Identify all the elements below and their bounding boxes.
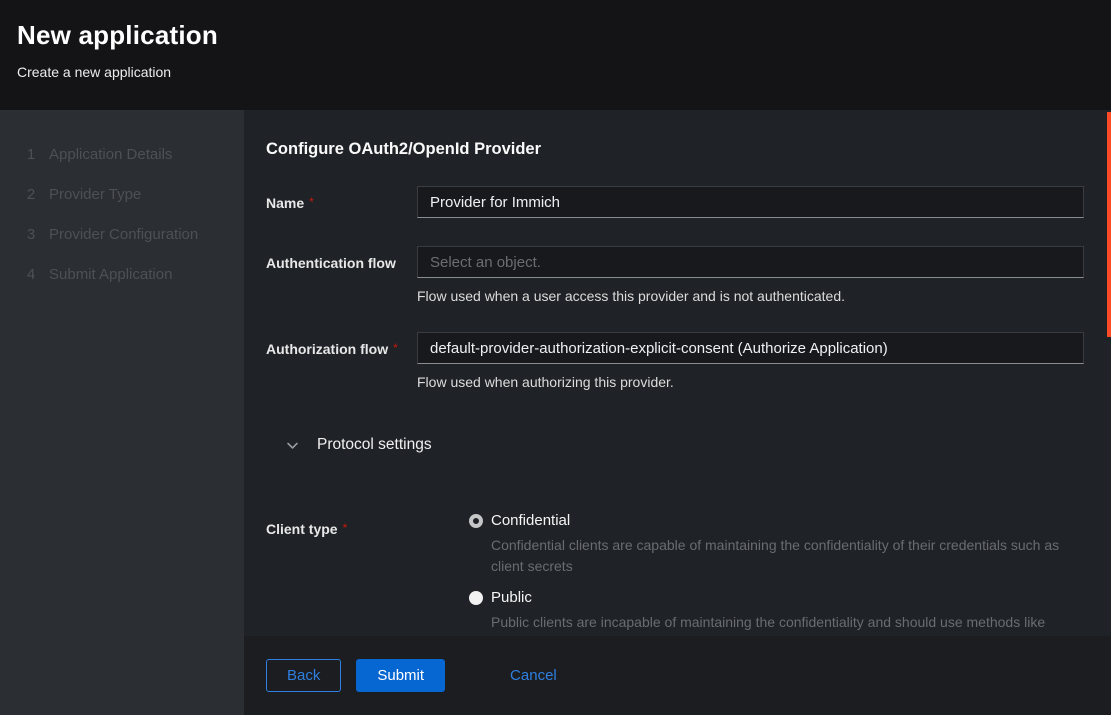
step-number: 3 xyxy=(24,226,38,243)
client-type-option-confidential: Confidential Confidential clients are ca… xyxy=(469,512,1084,577)
step-number: 4 xyxy=(24,266,38,283)
chevron-down-icon xyxy=(286,439,299,452)
name-input[interactable] xyxy=(417,186,1084,218)
authorization-flow-helper: Flow used when authorizing this provider… xyxy=(417,374,1084,390)
authentication-flow-select[interactable] xyxy=(417,246,1084,278)
wizard-footer: Back Submit Cancel xyxy=(244,636,1111,715)
step-label: Application Details xyxy=(49,146,172,163)
authentication-flow-label: Authentication flow xyxy=(266,255,396,271)
back-button[interactable]: Back xyxy=(266,659,341,692)
cancel-link[interactable]: Cancel xyxy=(510,667,557,684)
step-label: Provider Type xyxy=(49,186,141,203)
radio-confidential-description: Confidential clients are capable of main… xyxy=(491,535,1069,577)
step-application-details[interactable]: 1 Application Details xyxy=(0,134,244,174)
authorization-flow-label: Authorization flow xyxy=(266,341,388,357)
step-label: Provider Configuration xyxy=(49,226,198,243)
radio-public-description: Public clients are incapable of maintain… xyxy=(491,612,1069,636)
client-type-row: Client type * Confidential Confidential c… xyxy=(266,512,1084,636)
step-number: 1 xyxy=(24,146,38,163)
radio-public-label[interactable]: Public xyxy=(491,589,532,606)
provider-form: Name * Authentication flow Flow used when… xyxy=(266,186,1084,636)
step-provider-configuration[interactable]: 3 Provider Configuration xyxy=(0,214,244,254)
authentication-flow-helper: Flow used when a user access this provid… xyxy=(417,288,1084,304)
step-number: 2 xyxy=(24,186,38,203)
step-label: Submit Application xyxy=(49,266,172,283)
required-asterisk: * xyxy=(309,195,314,209)
radio-public[interactable] xyxy=(469,591,483,605)
radio-confidential[interactable] xyxy=(469,514,483,528)
name-label: Name xyxy=(266,195,304,211)
page-title: New application xyxy=(17,20,1087,51)
protocol-settings-toggle[interactable]: Protocol settings xyxy=(266,436,1084,454)
submit-button[interactable]: Submit xyxy=(356,659,445,692)
required-asterisk: * xyxy=(393,341,398,355)
authorization-flow-row: Authorization flow * Flow used when autho… xyxy=(266,332,1084,390)
client-type-radio-group: Confidential Confidential clients are ca… xyxy=(417,512,1084,636)
scrollbar-thumb[interactable] xyxy=(1107,112,1111,337)
authorization-flow-select[interactable] xyxy=(417,332,1084,364)
name-row: Name * xyxy=(266,186,1084,218)
required-asterisk: * xyxy=(343,521,348,535)
page-subtitle: Create a new application xyxy=(17,64,1087,80)
step-provider-type[interactable]: 2 Provider Type xyxy=(0,174,244,214)
radio-confidential-label[interactable]: Confidential xyxy=(491,512,570,529)
wizard-header: New application Create a new application xyxy=(0,0,1111,110)
client-type-label: Client type xyxy=(266,521,338,537)
wizard-step-nav: 1 Application Details 2 Provider Type 3 … xyxy=(0,110,244,715)
protocol-settings-label: Protocol settings xyxy=(317,436,432,454)
client-type-option-public: Public Public clients are incapable of m… xyxy=(469,589,1084,636)
step-heading: Configure OAuth2/OpenId Provider xyxy=(266,140,1084,159)
wizard-main-panel: Configure OAuth2/OpenId Provider Name * A… xyxy=(244,110,1111,636)
authentication-flow-row: Authentication flow Flow used when a use… xyxy=(266,246,1084,304)
step-submit-application[interactable]: 4 Submit Application xyxy=(0,254,244,294)
